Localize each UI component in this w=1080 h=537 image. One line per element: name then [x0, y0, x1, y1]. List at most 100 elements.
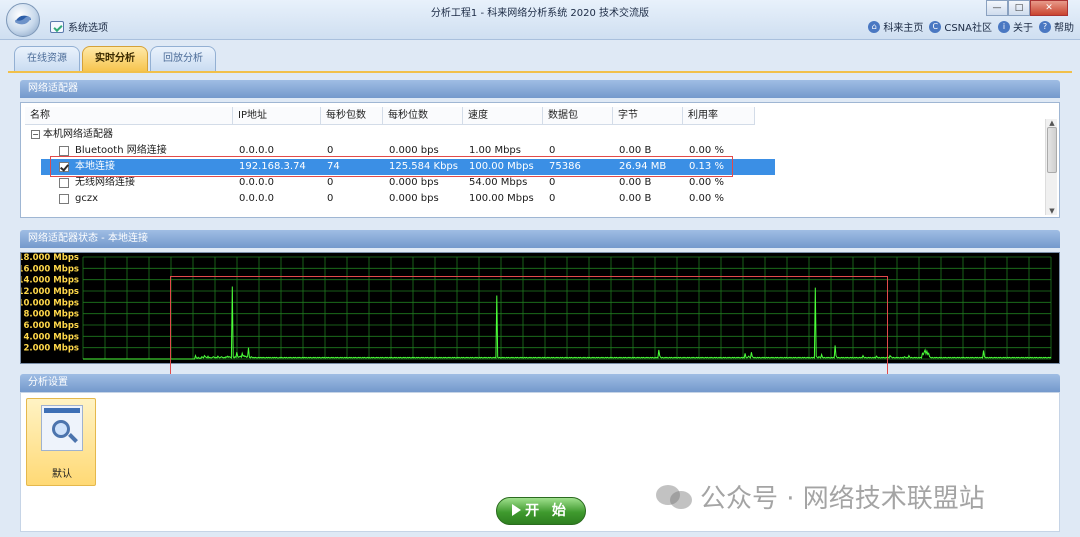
start-button-label: 开 始 — [525, 503, 570, 519]
link-home[interactable]: ⌂ 科来主页 — [868, 19, 923, 34]
cell-pps: 0 — [327, 193, 334, 204]
cell-util: 0.00 % — [689, 177, 724, 188]
settings-check-icon — [50, 20, 64, 33]
settings-panel-header: 分析设置 — [20, 374, 1060, 392]
tab-underline — [8, 71, 1072, 73]
start-button[interactable]: 开 始 — [496, 497, 586, 525]
close-button[interactable]: ✕ — [1030, 0, 1068, 16]
row-checkbox[interactable] — [59, 146, 69, 156]
cell-speed: 100.00 Mbps — [469, 193, 534, 204]
cell-ip: 0.0.0.0 — [239, 145, 274, 156]
scroll-up-icon[interactable]: ▲ — [1046, 119, 1058, 127]
y-tick-label: 4.000 Mbps — [23, 332, 79, 342]
cell-name: 本地连接 — [75, 161, 115, 172]
column-ip[interactable]: IP地址 — [233, 107, 321, 125]
column-bytes[interactable]: 字节 — [613, 107, 683, 125]
maximize-button[interactable]: □ — [1008, 0, 1030, 16]
chat-bubbles-icon — [656, 483, 692, 511]
cell-util: 0.00 % — [689, 145, 724, 156]
cell-bps: 125.584 Kbps — [389, 161, 458, 172]
system-options-label: 系统选项 — [68, 23, 108, 34]
cell-util: 0.00 % — [689, 193, 724, 204]
row-checkbox[interactable] — [59, 178, 69, 188]
cell-util: 0.13 % — [689, 161, 724, 172]
link-home-label: 科来主页 — [883, 23, 924, 34]
link-help[interactable]: ? 帮助 — [1039, 19, 1074, 34]
window-title: 分析工程1 - 科来网络分析系统 2020 技术交流版 — [430, 8, 650, 19]
tab-online-resources[interactable]: 在线资源 — [14, 46, 80, 72]
cell-bytes: 0.00 B — [619, 177, 652, 188]
system-options-menu[interactable]: 系统选项 — [50, 19, 108, 34]
window-controls: — □ ✕ — [986, 0, 1068, 16]
default-profile-label: 默认 — [52, 469, 72, 480]
cell-ip: 192.168.3.74 — [239, 161, 306, 172]
table-row[interactable]: 无线网络连接 0.0.0.0 0 0.000 bps 54.00 Mbps 0 0.00 B… — [41, 175, 775, 191]
cell-speed: 54.00 Mbps — [469, 177, 528, 188]
link-about-label: 关于 — [1013, 23, 1033, 34]
tab-realtime-analysis[interactable]: 实时分析 — [82, 46, 148, 72]
column-packets[interactable]: 数据包 — [543, 107, 613, 125]
cell-bytes: 0.00 B — [619, 193, 652, 204]
adapter-group-label: 本机网络适配器 — [43, 129, 113, 140]
top-links: ⌂ 科来主页 C CSNA社区 i 关于 ? 帮助 — [868, 19, 1074, 34]
adapters-panel-header: 网络适配器 — [20, 80, 1060, 98]
scroll-thumb[interactable] — [1047, 127, 1057, 173]
y-tick-label: 8.000 Mbps — [23, 310, 79, 320]
row-checkbox[interactable] — [59, 194, 69, 204]
table-row[interactable]: Bluetooth 网络连接 0.0.0.0 0 0.000 bps 1.00 Mbps… — [41, 143, 775, 159]
main-tabs: 在线资源 实时分析 回放分析 — [14, 46, 216, 72]
title-bar: 系统选项 分析工程1 - 科来网络分析系统 2020 技术交流版 — □ ✕ ⌂… — [0, 0, 1080, 40]
link-community[interactable]: C CSNA社区 — [929, 19, 992, 34]
column-pps[interactable]: 每秒包数 — [321, 107, 383, 125]
default-profile-tile[interactable]: 默认 — [26, 398, 96, 486]
cell-bytes: 26.94 MB — [619, 161, 667, 172]
cell-pps: 0 — [327, 145, 334, 156]
home-icon: ⌂ — [868, 20, 881, 33]
cell-packets: 75386 — [549, 161, 581, 172]
cell-ip: 0.0.0.0 — [239, 193, 274, 204]
link-help-label: 帮助 — [1054, 23, 1074, 34]
cell-ip: 0.0.0.0 — [239, 177, 274, 188]
help-icon: ? — [1039, 20, 1051, 33]
cell-speed: 100.00 Mbps — [469, 161, 534, 172]
scroll-down-icon[interactable]: ▼ — [1046, 207, 1058, 215]
community-icon: C — [929, 20, 942, 33]
chart-background — [21, 253, 1059, 363]
cell-pps: 74 — [327, 161, 340, 172]
column-utilization[interactable]: 利用率 — [683, 107, 755, 125]
adapters-table: 名称 IP地址 每秒包数 每秒位数 速度 数据包 字节 利用率 − 本机网络适配器… — [20, 102, 1060, 218]
adapter-group[interactable]: − 本机网络适配器 — [31, 127, 113, 143]
y-tick-label: 14.000 Mbps — [21, 276, 79, 286]
column-speed[interactable]: 速度 — [463, 107, 543, 125]
link-community-label: CSNA社区 — [944, 23, 992, 34]
link-about[interactable]: i 关于 — [998, 19, 1033, 34]
cell-bps: 0.000 bps — [389, 177, 439, 188]
cell-bps: 0.000 bps — [389, 193, 439, 204]
network-analysis-icon — [41, 405, 83, 451]
cell-bps: 0.000 bps — [389, 145, 439, 156]
play-icon — [512, 504, 522, 516]
cell-packets: 0 — [549, 177, 556, 188]
cell-speed: 1.00 Mbps — [469, 145, 521, 156]
watermark: 公众号 · 网络技术联盟站 — [656, 478, 985, 515]
y-tick-label: 18.000 Mbps — [21, 253, 79, 263]
adapters-scrollbar[interactable]: ▲ ▼ — [1045, 119, 1057, 215]
traffic-chart: 18.000 Mbps 16.000 Mbps 14.000 Mbps 12.000 … — [18, 252, 1060, 364]
minimize-button[interactable]: — — [986, 0, 1008, 16]
watermark-text: 公众号 · 网络技术联盟站 — [700, 484, 985, 514]
column-bps[interactable]: 每秒位数 — [383, 107, 463, 125]
cell-name: Bluetooth 网络连接 — [75, 145, 167, 156]
row-checkbox[interactable] — [59, 162, 69, 172]
traffic-chart-svg: 18.000 Mbps16.000 Mbps 14.000 Mbps12.000 … — [18, 253, 1059, 363]
column-name[interactable]: 名称 — [25, 107, 233, 125]
status-panel-header: 网络适配器状态 - 本地连接 — [20, 230, 1060, 248]
table-row[interactable]: gczx 0.0.0.0 0 0.000 bps 100.00 Mbps 0 0.00 B 0… — [41, 191, 775, 207]
tab-playback-analysis[interactable]: 回放分析 — [150, 46, 216, 72]
y-tick-label: 2.000 Mbps — [23, 344, 79, 354]
cell-packets: 0 — [549, 145, 556, 156]
collapse-icon[interactable]: − — [31, 129, 40, 139]
cell-packets: 0 — [549, 193, 556, 204]
y-tick-label: 10.000 Mbps — [21, 298, 79, 308]
table-row[interactable]: 本地连接 192.168.3.74 74 125.584 Kbps 100.00 Mbp… — [41, 159, 775, 175]
cell-bytes: 0.00 B — [619, 145, 652, 156]
